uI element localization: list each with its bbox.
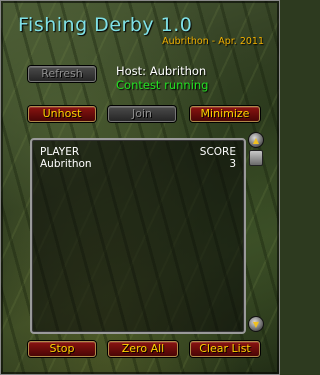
scroll-thumb[interactable] (249, 150, 263, 166)
unhost-button[interactable]: Unhost (28, 106, 96, 122)
player-score: 3 (229, 158, 236, 170)
scroll-down-icon[interactable]: ▼ (248, 316, 264, 332)
zero-all-button[interactable]: Zero All (108, 341, 178, 357)
window-title: Fishing Derby 1.0 (18, 14, 193, 36)
scrollbar[interactable]: ▲ ▼ (248, 132, 264, 332)
window-subtitle: Aubrithon - Apr. 2011 (162, 36, 264, 47)
player-name: Aubrithon (40, 158, 92, 170)
host-label: Host: Aubrithon (116, 64, 207, 78)
contest-status: Contest running (116, 78, 209, 92)
scroll-up-icon[interactable]: ▲ (248, 132, 264, 148)
minimize-button[interactable]: Minimize (190, 106, 260, 122)
clear-list-button[interactable]: Clear List (190, 341, 260, 357)
column-header-score: SCORE (199, 146, 236, 158)
refresh-button[interactable]: Refresh (28, 66, 96, 82)
scoreboard-list: PLAYER SCORE Aubrithon 3 (30, 138, 246, 334)
column-header-player: PLAYER (40, 146, 80, 158)
join-button[interactable]: Join (108, 106, 176, 122)
stop-button[interactable]: Stop (28, 341, 96, 357)
